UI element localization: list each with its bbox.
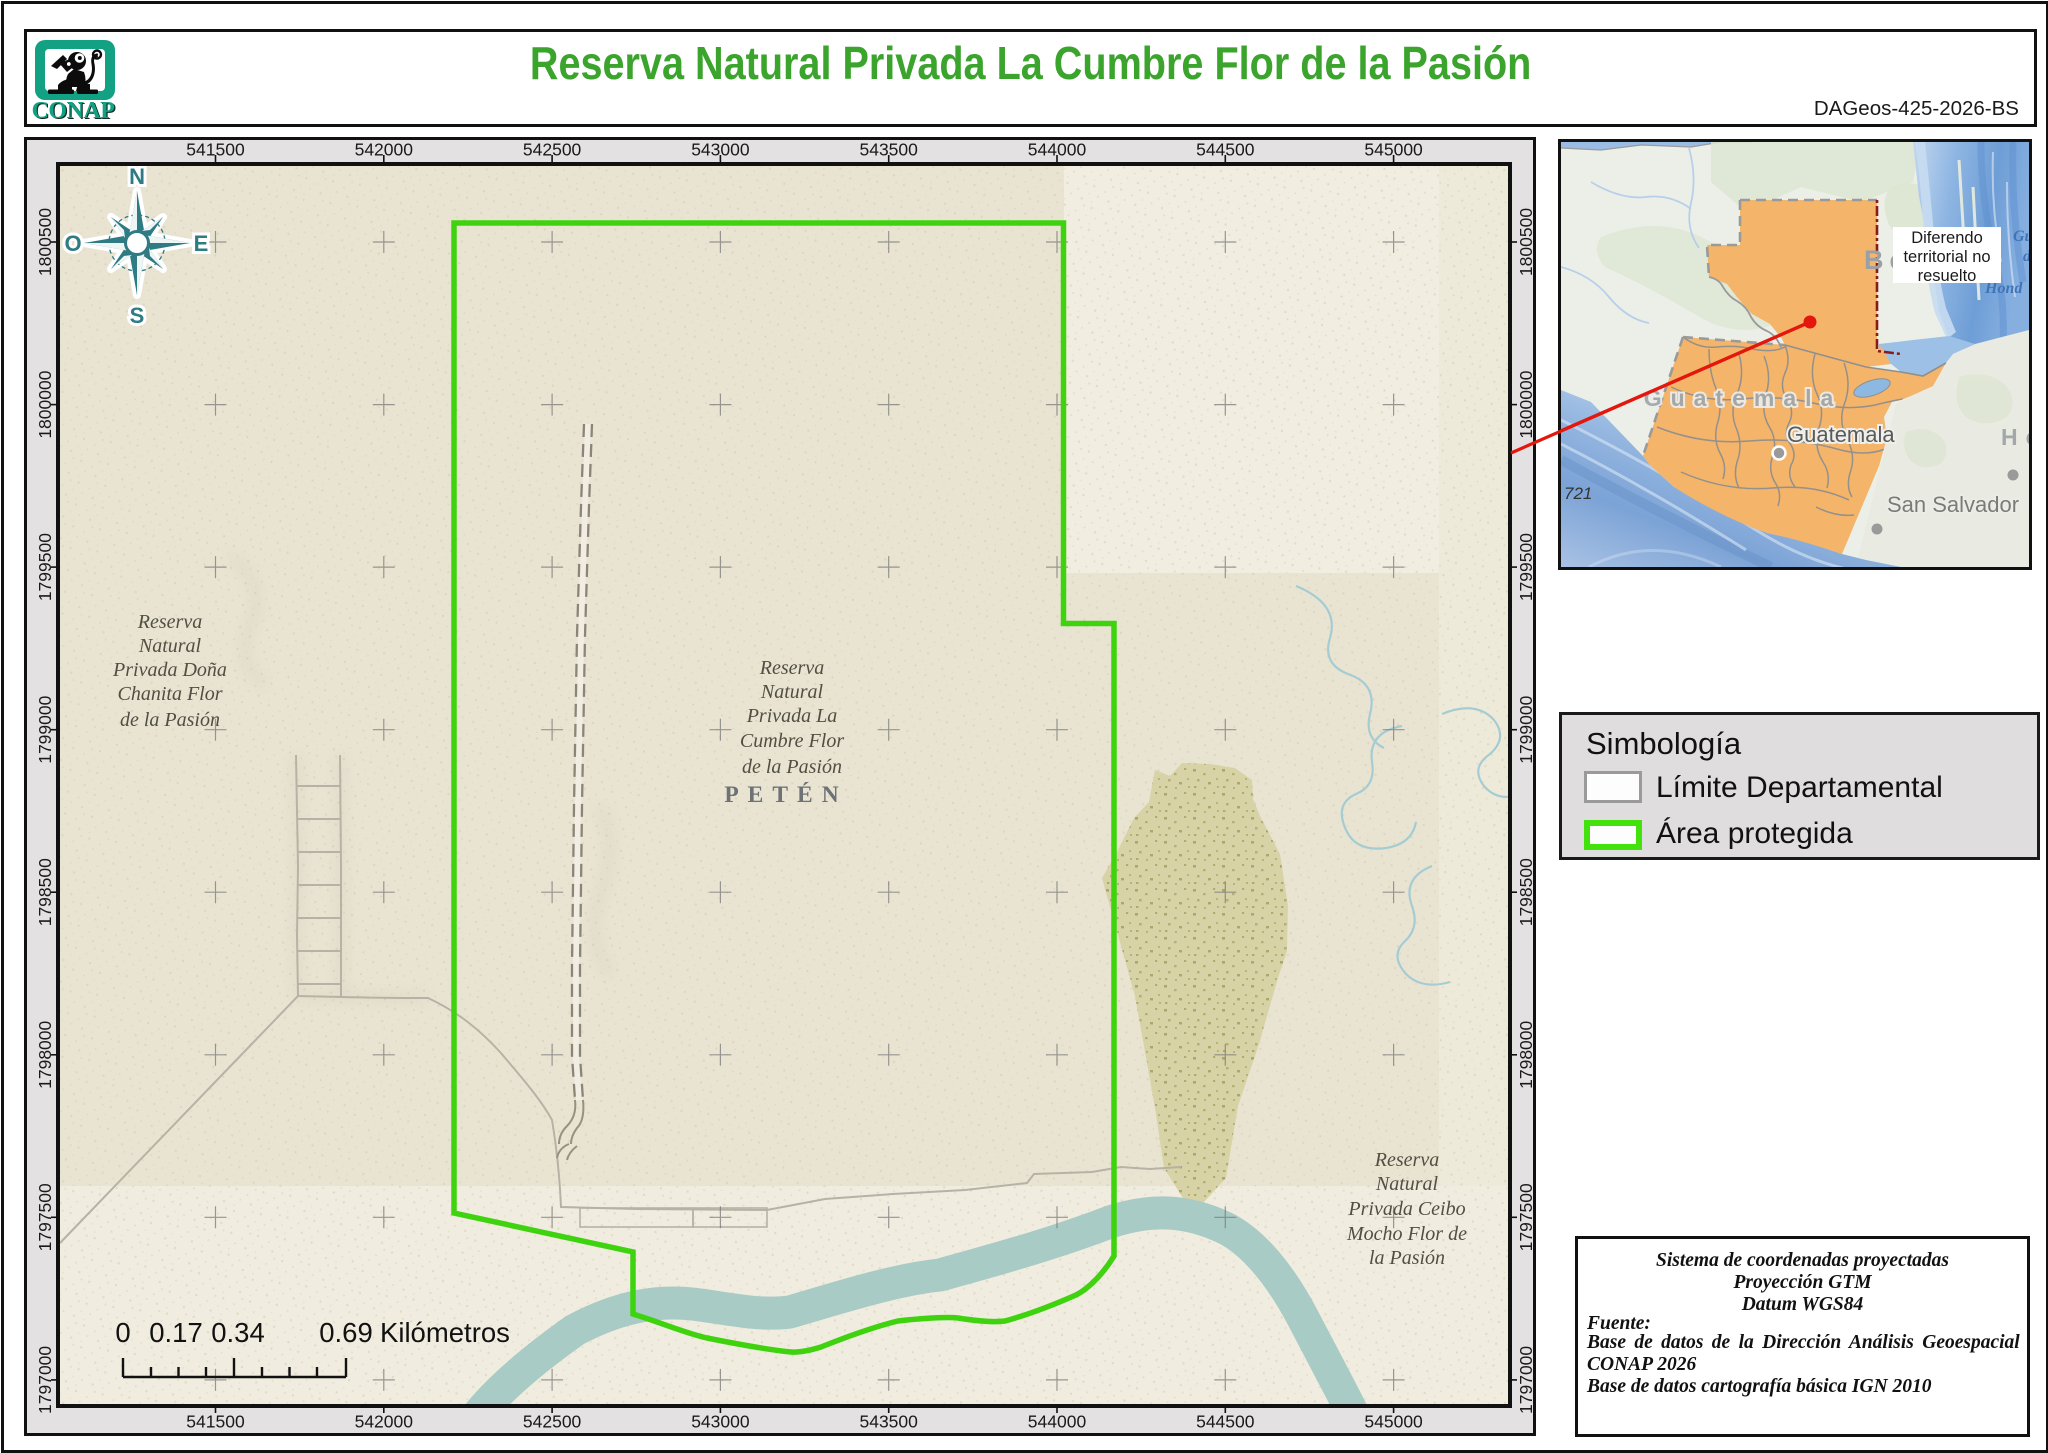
svg-text:Chanita Flor: Chanita Flor: [117, 683, 222, 705]
svg-text:d: d: [2023, 248, 2032, 265]
svg-text:resuelto: resuelto: [1918, 267, 1977, 285]
svg-text:de la Pasión: de la Pasión: [742, 756, 842, 778]
svg-text:Privada Ceibo: Privada Ceibo: [1347, 1198, 1465, 1220]
svg-text:de la Pasión: de la Pasión: [120, 709, 220, 731]
svg-text:0.69: 0.69: [319, 1317, 373, 1348]
svg-text:territorial no: territorial no: [1903, 248, 1990, 266]
svg-text:E: E: [194, 231, 209, 256]
svg-text:Guatemala: Guatemala: [1644, 385, 1843, 411]
svg-text:721: 721: [1564, 484, 1592, 503]
svg-text:Reserva: Reserva: [1374, 1149, 1439, 1171]
svg-text:Reserva: Reserva: [137, 611, 202, 633]
svg-text:Ho: Ho: [2001, 424, 2032, 450]
svg-text:PETÉN: PETÉN: [724, 782, 847, 808]
svg-text:Natural: Natural: [1375, 1173, 1439, 1195]
svg-text:S: S: [130, 303, 145, 328]
svg-text:0.34: 0.34: [211, 1317, 265, 1348]
svg-text:O: O: [64, 231, 81, 256]
svg-text:Gu: Gu: [2013, 228, 2032, 245]
svg-text:Kilómetros: Kilómetros: [380, 1317, 510, 1348]
svg-text:la Pasión: la Pasión: [1369, 1247, 1445, 1269]
svg-text:Natural: Natural: [760, 681, 824, 703]
svg-text:Guatemala: Guatemala: [1787, 422, 1895, 447]
svg-text:Cumbre Flor: Cumbre Flor: [740, 730, 844, 752]
svg-text:San Salvador: San Salvador: [1887, 492, 2019, 517]
svg-text:Diferendo: Diferendo: [1911, 229, 1983, 247]
svg-text:0.17: 0.17: [149, 1317, 203, 1348]
svg-text:0: 0: [115, 1317, 130, 1348]
svg-text:N: N: [129, 164, 145, 189]
svg-text:Natural: Natural: [138, 635, 202, 657]
svg-text:Mocho Flor de: Mocho Flor de: [1346, 1223, 1467, 1245]
svg-text:Reserva: Reserva: [759, 657, 824, 679]
svg-text:Privada Doña: Privada Doña: [112, 659, 227, 681]
svg-text:Privada La: Privada La: [746, 705, 838, 727]
svg-text:CONAP: CONAP: [32, 98, 114, 124]
